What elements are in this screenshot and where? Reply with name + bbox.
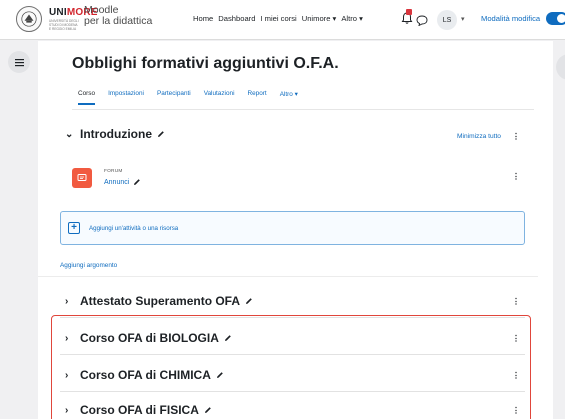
course-secondary-navigation: Corso Impostazioni Partecipanti Valutazi… [78, 90, 311, 105]
chevron-down-icon[interactable]: ⌄ [65, 129, 73, 140]
highlight-box [51, 315, 531, 419]
tab-more[interactable]: Altro ▾ [280, 90, 298, 105]
brand-subtitle: UNIVERSITÀ DEGLI STUDI DI MODENA E REGGI… [49, 19, 79, 31]
moodle-brand[interactable]: Moodle per la didattica [84, 5, 152, 27]
nav-link-more[interactable]: Altro ▾ [341, 14, 363, 23]
brand-moodle-line2: per la didattica [84, 15, 153, 27]
section-header[interactable]: › Attestato Superamento OFA [65, 294, 253, 308]
collapse-all-link[interactable]: Minimizza tutto [457, 133, 501, 140]
forum-icon [72, 168, 92, 188]
section-menu-icon[interactable]: ⋮ [512, 132, 520, 141]
activity-name[interactable]: Annunci [104, 179, 129, 186]
list-icon [14, 58, 24, 66]
course-index-toggle-button[interactable] [8, 51, 30, 73]
section-title: Attestato Superamento OFA [80, 294, 241, 308]
edit-pencil-icon[interactable] [245, 297, 253, 305]
left-drawer-rail [0, 41, 38, 419]
add-activity-button[interactable]: + Aggiungi un'attività o una risorsa [60, 211, 525, 245]
chevron-right-icon[interactable]: › [65, 296, 73, 307]
nav-link-unimore[interactable]: Unimore ▾ [302, 14, 337, 23]
edit-mode-toggle[interactable] [546, 12, 565, 25]
top-navbar: UNIMORE UNIVERSITÀ DEGLI STUDI DI MODENA… [0, 0, 565, 40]
edit-pencil-icon[interactable] [157, 130, 165, 138]
nav-link-dashboard[interactable]: Dashboard [218, 14, 255, 23]
tab-grades[interactable]: Valutazioni [204, 90, 235, 105]
primary-navigation: Home Dashboard I miei corsi Unimore ▾ Al… [193, 14, 368, 23]
nav-link-my-courses[interactable]: I miei corsi [260, 14, 296, 23]
add-topic-link[interactable]: Aggiungi argomento [60, 262, 117, 269]
activity-type-label: FORUM [104, 169, 123, 174]
user-avatar[interactable]: LS [437, 10, 457, 30]
tabs-divider [72, 109, 534, 110]
page-title: Obblighi formativi aggiuntivi O.F.A. [72, 55, 339, 72]
tab-participants[interactable]: Partecipanti [157, 90, 191, 105]
brand-uni-text: UNI [49, 7, 67, 18]
university-seal-logo[interactable] [16, 6, 42, 32]
add-topic-divider [38, 276, 538, 277]
tab-settings[interactable]: Impostazioni [108, 90, 144, 105]
messages-icon[interactable] [416, 13, 428, 27]
tab-reports[interactable]: Report [248, 90, 267, 105]
plus-icon: + [68, 222, 80, 234]
notification-badge [406, 9, 412, 15]
user-menu-chevron-down-icon[interactable]: ▾ [461, 15, 465, 23]
section-introduction-header[interactable]: ⌄ Introduzione [65, 127, 165, 141]
block-drawer-toggle-button[interactable] [556, 54, 565, 80]
course-main-content: Obblighi formativi aggiuntivi O.F.A. Cor… [38, 41, 553, 419]
add-activity-label: Aggiungi un'attività o una risorsa [89, 225, 179, 232]
notification-bell-icon[interactable] [401, 9, 413, 25]
nav-link-home[interactable]: Home [193, 14, 213, 23]
tab-course[interactable]: Corso [78, 90, 96, 105]
activity-forum: FORUM Annunci ⋮ [72, 162, 534, 202]
section-menu-icon[interactable]: ⋮ [512, 297, 520, 306]
activity-name-link[interactable]: Annunci [104, 178, 141, 186]
activity-menu-icon[interactable]: ⋮ [512, 172, 520, 181]
edit-pencil-icon[interactable] [133, 178, 141, 186]
edit-mode-label[interactable]: Modalità modifica [481, 14, 540, 23]
section-title: Introduzione [80, 127, 152, 141]
